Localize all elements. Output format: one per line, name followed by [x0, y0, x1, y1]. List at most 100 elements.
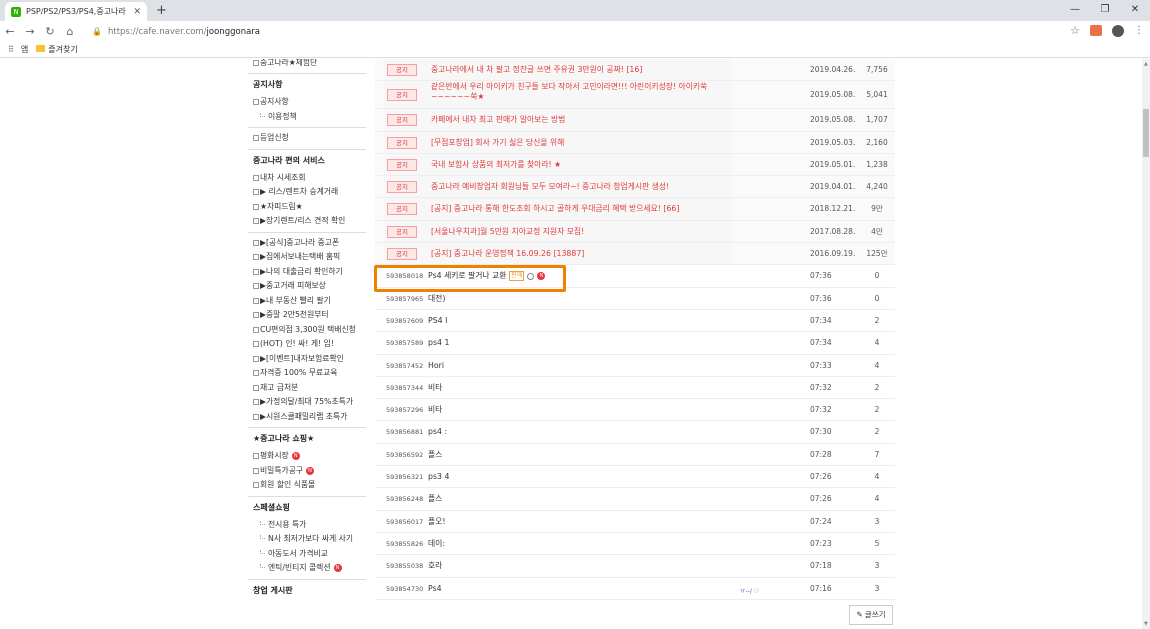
- sidebar-item[interactable]: 전시용 특가: [248, 518, 366, 533]
- sidebar-item[interactable]: ▶집에서보내는택배 홈픽: [248, 250, 366, 265]
- notice-title[interactable]: 중고나라에서 내 차 팔고 정찬글 쓰면 주유권 3만원이 공짜! [16]: [431, 59, 729, 75]
- post-title[interactable]: 데이:: [428, 533, 445, 555]
- post-row[interactable]: 593856592 플스 07:28 7: [375, 444, 895, 467]
- sidebar-section-title[interactable]: 스페셜쇼핑: [248, 495, 366, 518]
- post-row[interactable]: 593856321 ps3 4 07:26 4: [375, 466, 895, 489]
- scroll-up-icon[interactable]: ▲: [1144, 61, 1148, 67]
- sidebar-item[interactable]: ▶내 부동산 빨리 팔기: [248, 294, 366, 309]
- notice-row[interactable]: 공지 같은반에서 우리 아이키가 친구들 보다 작아서 고민이라면!!! 아린이키…: [375, 81, 895, 110]
- sidebar-item[interactable]: 중고나라★체험단: [248, 59, 366, 70]
- home-icon[interactable]: ⌂: [60, 25, 80, 38]
- sidebar-item[interactable]: 공지사항: [248, 95, 366, 110]
- post-title[interactable]: Ps4: [428, 578, 442, 600]
- sidebar-section-title[interactable]: ★중고나라 쇼핑★: [248, 427, 366, 449]
- post-title[interactable]: 호라: [428, 555, 442, 577]
- post-row[interactable]: 593857589 ps4 1 07:34 4: [375, 332, 895, 355]
- notice-row[interactable]: 공지 중고나라 예비창업자 회원님들 모두 모여라~! 중고나라 창업게시판 생성…: [375, 176, 895, 199]
- bookmark-favorites[interactable]: 즐겨찾기: [36, 44, 78, 55]
- sidebar-item[interactable]: ▶중고거래 피해보상: [248, 279, 366, 294]
- notice-row[interactable]: 공지 [무점포창업] 회사 가기 싫은 당신을 위해 2019.05.03. 2,16…: [375, 131, 895, 154]
- notice-title[interactable]: [서울나우치과]월 5만원 치아교정 지원자 모집!: [431, 221, 729, 237]
- notice-row[interactable]: 공지 [공지] 중고나라 운영정책 16.09.26 [13887] 2016.09…: [375, 243, 895, 266]
- sidebar-item[interactable]: 자격증 100% 무료교육: [248, 366, 366, 381]
- sidebar-item[interactable]: ▶ 리스/렌트차 승계거래: [248, 185, 366, 200]
- browser-tab[interactable]: N PSP/PS2/PS3/PS4,중고나라 : 네 ✕: [5, 2, 147, 21]
- minimize-icon[interactable]: —: [1060, 0, 1090, 20]
- notice-title[interactable]: [공지] 중고나라 통해 한도조회 하시고 골하게 우대금리 혜택 받으세요! …: [431, 198, 729, 214]
- notice-row[interactable]: 공지 국내 보험사 상품의 최저가를 찾아라! ★ 2019.05.01. 1,238: [375, 153, 895, 177]
- post-title[interactable]: 플스: [428, 488, 442, 510]
- notice-title[interactable]: 중고나라 예비창업자 회원님들 모두 모여라~! 중고나라 창업게시판 생성!: [431, 176, 729, 192]
- notice-row[interactable]: 공지 [서울나우치과]월 5만원 치아교정 지원자 모집! 2017.08.28. 4…: [375, 220, 895, 244]
- sidebar-item[interactable]: 엔틱/빈티지 콜렉션 N: [248, 561, 366, 576]
- profile-avatar[interactable]: [1112, 24, 1124, 37]
- post-title[interactable]: ps4 :: [428, 421, 447, 443]
- lock-icon[interactable]: 🔒: [92, 27, 102, 36]
- post-row[interactable]: 593854730 Ps4 07:16 3: [375, 578, 895, 600]
- sidebar-item[interactable]: 이용정책: [248, 110, 366, 125]
- sidebar-item[interactable]: ▶[공식]중고나라 중고폰: [248, 236, 366, 251]
- sidebar-item[interactable]: 회원 할인 식품몰: [248, 478, 366, 493]
- post-title[interactable]: 플스: [428, 444, 442, 466]
- post-title[interactable]: 플오!: [428, 511, 445, 533]
- sidebar-item[interactable]: 내차 시세조회: [248, 171, 366, 186]
- sidebar-item[interactable]: 아동도서 가격비교: [248, 547, 366, 562]
- sidebar-item[interactable]: 비밀특가공구 N: [248, 464, 366, 479]
- post-row[interactable]: 593857452 Hori 07:33 4: [375, 355, 895, 377]
- sidebar-item[interactable]: N사 최저가보다 싸게 사기: [248, 532, 366, 547]
- post-row[interactable]: 593857344 비타 07:32 2: [375, 377, 895, 400]
- sidebar-item[interactable]: ▶중말 2만5천원부터: [248, 308, 366, 323]
- address-bar[interactable]: https://cafe.naver.com/joonggonara: [108, 27, 260, 37]
- post-title[interactable]: ps3 4: [428, 466, 449, 488]
- close-tab-icon[interactable]: ✕: [133, 7, 141, 17]
- post-row[interactable]: 593857609 PS4 I 07:34 2: [375, 310, 895, 333]
- notice-row[interactable]: 공지 [공지] 중고나라 통해 한도조회 하시고 골하게 우대금리 혜택 받으세요…: [375, 198, 895, 221]
- notice-title[interactable]: 같은반에서 우리 아이키가 친구들 보다 작아서 고민이라면!!! 아린이키성장…: [431, 82, 729, 102]
- scroll-down-icon[interactable]: ▼: [1144, 621, 1148, 627]
- sidebar-section-title[interactable]: 창업 게시판: [248, 578, 366, 601]
- notice-title[interactable]: 국내 보험사 상품의 최저가를 찾아라! ★: [431, 154, 729, 170]
- back-icon[interactable]: ←: [0, 25, 20, 38]
- post-row[interactable]: 593855038 호라 07:18 3: [375, 555, 895, 578]
- sidebar-item[interactable]: CU편의점 3,300원 택배신청: [248, 323, 366, 338]
- post-row[interactable]: 593857296 비타 07:32 2: [375, 399, 895, 422]
- sidebar-item[interactable]: 등업신청: [248, 131, 366, 146]
- scrollbar[interactable]: ▲ ▼: [1142, 59, 1150, 629]
- sidebar-item[interactable]: (HOT) 인! 싸! 게! 임!: [248, 337, 366, 352]
- post-title[interactable]: 비타: [428, 399, 442, 421]
- sidebar-item[interactable]: ▶[이벤트]내자보험료확인: [248, 352, 366, 367]
- scrollbar-thumb[interactable]: [1143, 109, 1149, 157]
- post-title[interactable]: ps4 1: [428, 332, 449, 354]
- notice-title[interactable]: 카페에서 내차 최고 판매가 알아보는 방법: [431, 109, 729, 125]
- apps-icon[interactable]: ⠿: [8, 45, 14, 54]
- post-title[interactable]: Hori: [428, 355, 444, 377]
- sidebar-item[interactable]: ▶장기렌트/리스 견적 확인: [248, 214, 366, 229]
- notice-row[interactable]: 공지 카페에서 내차 최고 판매가 알아보는 방법 2019.05.08. 1,707: [375, 109, 895, 132]
- write-button[interactable]: ✎ 글쓰기: [849, 605, 893, 625]
- sidebar-item[interactable]: ▶나의 대출금리 확인하기: [248, 265, 366, 280]
- sidebar-item[interactable]: ▶가정의달/최대 75%초특가: [248, 395, 366, 410]
- extension-icon[interactable]: [1090, 25, 1102, 36]
- notice-row[interactable]: 공지 중고나라에서 내 차 팔고 정찬글 쓰면 주유권 3만원이 공짜! [16]…: [375, 59, 895, 82]
- post-title[interactable]: 비타: [428, 377, 442, 399]
- post-row[interactable]: 593856017 플오! 07:24 3: [375, 511, 895, 533]
- menu-icon[interactable]: ⋮: [1134, 25, 1144, 36]
- sidebar-section-title[interactable]: 중고나라 편의 서비스: [248, 148, 366, 171]
- bookmark-apps[interactable]: 앱: [21, 44, 28, 55]
- notice-title[interactable]: [무점포창업] 회사 가기 싫은 당신을 위해: [431, 132, 729, 148]
- reload-icon[interactable]: ↻: [40, 25, 60, 38]
- forward-icon[interactable]: →: [20, 25, 40, 38]
- restore-icon[interactable]: ❐: [1090, 0, 1120, 20]
- sidebar-item[interactable]: 재고 급처분: [248, 381, 366, 396]
- bookmark-star-icon[interactable]: ☆: [1070, 24, 1080, 37]
- sidebar-item[interactable]: ★자피드림★: [248, 200, 366, 215]
- notice-title[interactable]: [공지] 중고나라 운영정책 16.09.26 [13887]: [431, 243, 729, 259]
- close-window-icon[interactable]: ✕: [1120, 0, 1150, 20]
- sidebar-item[interactable]: 평화시장 N: [248, 449, 366, 464]
- post-row[interactable]: 593856248 플스 07:26 4: [375, 488, 895, 511]
- post-title[interactable]: PS4 I: [428, 310, 447, 332]
- post-row[interactable]: 593856881 ps4 : 07:30 2: [375, 421, 895, 444]
- new-tab-button[interactable]: +: [156, 3, 167, 18]
- sidebar-section-title[interactable]: 공지사항: [248, 73, 366, 95]
- post-row[interactable]: 593855826 데이: 07:23 5: [375, 533, 895, 556]
